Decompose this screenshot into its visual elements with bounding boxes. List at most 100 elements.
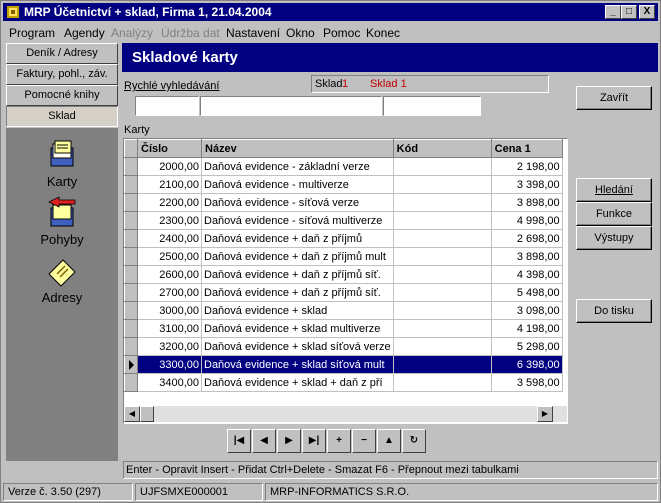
cell-cislo[interactable]: 2600,00 xyxy=(137,265,202,284)
table-row[interactable]: 2000,00 Daňová evidence - základní verze 2… xyxy=(124,157,563,176)
next-record-button[interactable]: ▶ xyxy=(277,429,301,453)
search-name-input[interactable] xyxy=(200,96,382,116)
row-indicator[interactable] xyxy=(124,337,138,356)
row-indicator[interactable] xyxy=(124,265,138,284)
cell-cislo[interactable]: 3000,00 xyxy=(137,301,202,320)
functions-button[interactable]: Funkce xyxy=(576,202,652,226)
cell-nazev[interactable]: Daňová evidence + daň z příjmů síť. xyxy=(201,265,394,284)
search-number-input[interactable] xyxy=(135,96,199,116)
cell-cena[interactable]: 6 398,00 xyxy=(491,355,563,374)
cell-cena[interactable]: 3 598,00 xyxy=(491,373,563,392)
search-code-input[interactable] xyxy=(383,96,481,116)
table-row[interactable]: 3400,00 Daňová evidence + sklad + daň z p… xyxy=(124,373,563,392)
cell-cena[interactable]: 4 198,00 xyxy=(491,319,563,338)
cell-cislo[interactable]: 3200,00 xyxy=(137,337,202,356)
row-indicator[interactable] xyxy=(124,373,138,392)
sidebar-item-pohyby[interactable]: Pohyby xyxy=(6,196,118,247)
close-window-button[interactable]: X xyxy=(639,5,655,19)
row-indicator[interactable] xyxy=(124,247,138,266)
cell-nazev[interactable]: Daňová evidence + sklad síťová verze xyxy=(201,337,394,356)
cell-kod[interactable] xyxy=(393,157,492,176)
row-indicator[interactable] xyxy=(124,301,138,320)
column-header-nazev[interactable]: Název xyxy=(201,139,394,158)
cell-kod[interactable] xyxy=(393,301,492,320)
cell-kod[interactable] xyxy=(393,229,492,248)
cell-cena[interactable]: 4 998,00 xyxy=(491,211,563,230)
cell-cena[interactable]: 3 398,00 xyxy=(491,175,563,194)
cell-nazev[interactable]: Daňová evidence + sklad multiverze xyxy=(201,319,394,338)
cell-nazev[interactable]: Daňová evidence + daň z příjmů mult xyxy=(201,247,394,266)
print-button[interactable]: Do tisku xyxy=(576,299,652,323)
delete-record-button[interactable]: − xyxy=(352,429,376,453)
column-header-cena[interactable]: Cena 1 xyxy=(490,139,563,158)
close-form-button[interactable]: Zavřít xyxy=(576,86,652,110)
search-button[interactable]: Hledání xyxy=(576,178,652,202)
menu-nastaveni[interactable]: Nastavení xyxy=(226,26,280,40)
table-row[interactable]: 2300,00 Daňová evidence - síťová multiver… xyxy=(124,211,563,230)
menu-pomoc[interactable]: Pomoc xyxy=(323,26,360,40)
prior-record-button[interactable]: ◀ xyxy=(252,429,276,453)
cell-cislo[interactable]: 2400,00 xyxy=(137,229,202,248)
sidebar-item-karty[interactable]: Karty xyxy=(6,138,118,189)
cell-cena[interactable]: 5 298,00 xyxy=(491,337,563,356)
cell-kod[interactable] xyxy=(393,319,492,338)
cell-cislo[interactable]: 3400,00 xyxy=(137,373,202,392)
cell-cena[interactable]: 2 698,00 xyxy=(491,229,563,248)
cell-cena[interactable]: 5 498,00 xyxy=(491,283,563,302)
column-header-cislo[interactable]: Číslo xyxy=(137,139,202,158)
menu-analyzy[interactable]: Analýzy xyxy=(111,26,153,40)
cell-cislo[interactable]: 2100,00 xyxy=(137,175,202,194)
cell-nazev[interactable]: Daňová evidence - síťová verze xyxy=(201,193,394,212)
outputs-button[interactable]: Výstupy xyxy=(576,226,652,250)
cell-kod[interactable] xyxy=(393,175,492,194)
cell-nazev[interactable]: Daňová evidence - síťová multiverze xyxy=(201,211,394,230)
row-indicator[interactable] xyxy=(124,211,138,230)
maximize-button[interactable]: □ xyxy=(621,5,637,19)
table-row[interactable]: 3100,00 Daňová evidence + sklad multiverz… xyxy=(124,319,563,338)
cell-cena[interactable]: 3 898,00 xyxy=(491,247,563,266)
scroll-left-button[interactable]: ◀ xyxy=(124,406,140,422)
row-indicator[interactable] xyxy=(124,229,138,248)
row-indicator[interactable] xyxy=(124,355,138,374)
cell-cislo[interactable]: 2300,00 xyxy=(137,211,202,230)
row-indicator[interactable] xyxy=(124,319,138,338)
cell-nazev[interactable]: Daňová evidence - multiverze xyxy=(201,175,394,194)
first-record-button[interactable]: |◀ xyxy=(227,429,251,453)
menu-program[interactable]: Program xyxy=(9,26,55,40)
cell-nazev[interactable]: Daňová evidence + sklad síťová mult xyxy=(201,355,394,374)
menu-okno[interactable]: Okno xyxy=(286,26,315,40)
cell-cena[interactable]: 2 198,00 xyxy=(491,157,563,176)
sidebar-tab-sklad[interactable]: Sklad xyxy=(6,106,118,127)
row-indicator[interactable] xyxy=(124,157,138,176)
cell-kod[interactable] xyxy=(393,193,492,212)
horizontal-scroll-thumb[interactable] xyxy=(140,406,154,422)
table-row[interactable]: 2400,00 Daňová evidence + daň z příjmů 2 6… xyxy=(124,229,563,248)
sidebar-tab-pomocne-knihy[interactable]: Pomocné knihy xyxy=(6,85,118,106)
table-row[interactable]: 2200,00 Daňová evidence - síťová verze 3 8… xyxy=(124,193,563,212)
cell-kod[interactable] xyxy=(393,283,492,302)
horizontal-scrollbar[interactable]: ◀ ▶ xyxy=(124,406,567,422)
row-indicator[interactable] xyxy=(124,193,138,212)
column-header-kod[interactable]: Kód xyxy=(392,139,492,158)
cell-cislo[interactable]: 2000,00 xyxy=(137,157,202,176)
cell-kod[interactable] xyxy=(393,211,492,230)
cell-cislo[interactable]: 2500,00 xyxy=(137,247,202,266)
insert-record-button[interactable]: + xyxy=(327,429,351,453)
cell-nazev[interactable]: Daňová evidence + sklad xyxy=(201,301,394,320)
cell-kod[interactable] xyxy=(393,247,492,266)
table-row[interactable]: 2100,00 Daňová evidence - multiverze 3 398… xyxy=(124,175,563,194)
table-row[interactable]: 2700,00 Daňová evidence + daň z příjmů sí… xyxy=(124,283,563,302)
row-indicator[interactable] xyxy=(124,283,138,302)
sidebar-tab-denik-adresy[interactable]: Deník / Adresy xyxy=(6,43,118,64)
table-row[interactable]: 2500,00 Daňová evidence + daň z příjmů mu… xyxy=(124,247,563,266)
cards-grid[interactable]: Číslo Název Kód Cena 1 2000,00 Daňová evi… xyxy=(123,138,568,424)
table-row[interactable]: 3200,00 Daňová evidence + sklad síťová ve… xyxy=(124,337,563,356)
scroll-right-button[interactable]: ▶ xyxy=(537,406,553,422)
menu-agendy[interactable]: Agendy xyxy=(64,26,105,40)
cell-cislo[interactable]: 3100,00 xyxy=(137,319,202,338)
cell-cena[interactable]: 3 898,00 xyxy=(491,193,563,212)
cell-kod[interactable] xyxy=(393,337,492,356)
cell-nazev[interactable]: Daňová evidence - základní verze xyxy=(201,157,394,176)
cell-nazev[interactable]: Daňová evidence + sklad + daň z pří xyxy=(201,373,394,392)
cell-cena[interactable]: 4 398,00 xyxy=(491,265,563,284)
